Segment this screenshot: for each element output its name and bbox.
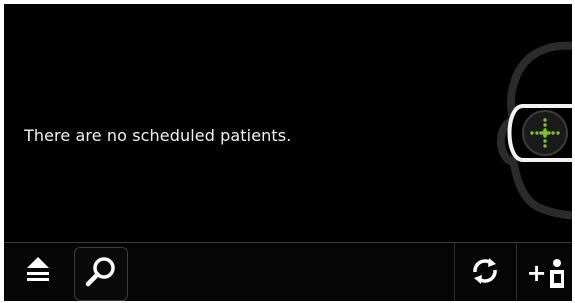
- add-patient-icon: +: [526, 258, 565, 288]
- empty-state-message: There are no scheduled patients.: [24, 126, 292, 145]
- toolbar-divider: [454, 243, 455, 301]
- refresh-icon: [469, 255, 501, 291]
- app-window: There are no scheduled patients. +: [4, 4, 572, 301]
- head-with-vr-goggles-icon: [487, 34, 572, 228]
- toolbar-divider: [516, 243, 517, 301]
- search-button[interactable]: [74, 247, 128, 301]
- bottom-toolbar: +: [4, 242, 572, 301]
- plus-label: +: [526, 259, 547, 287]
- eject-menu-icon: [23, 255, 53, 291]
- refresh-button[interactable]: [458, 247, 512, 299]
- search-icon: [84, 255, 118, 293]
- add-patient-button[interactable]: +: [520, 247, 572, 299]
- menu-button[interactable]: [12, 247, 64, 299]
